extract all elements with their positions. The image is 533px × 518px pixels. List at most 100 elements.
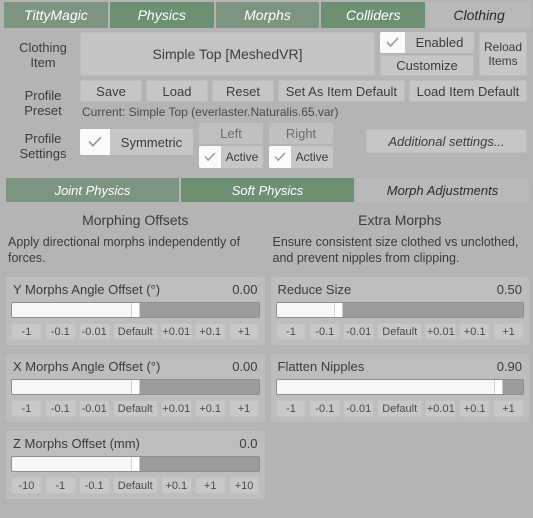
slider-track[interactable] — [11, 379, 260, 395]
customize-button[interactable]: Customize — [380, 55, 474, 76]
step-default-button[interactable]: Default — [112, 323, 158, 340]
step-button[interactable]: +1 — [228, 323, 260, 340]
step-button[interactable]: -0.01 — [343, 323, 375, 340]
slider-handle — [131, 457, 141, 471]
slider-handle — [494, 380, 504, 394]
slider-track[interactable] — [11, 302, 260, 318]
slider-header: X Morphs Angle Offset (°) 0.00 — [11, 359, 260, 379]
profile-preset-buttons: Save Load Reset Set As Item Default Load… — [80, 80, 527, 102]
slider-handle — [334, 303, 344, 317]
step-button[interactable]: +0.01 — [425, 400, 457, 417]
step-button[interactable]: +0.1 — [459, 400, 491, 417]
step-button[interactable]: -10 — [11, 477, 42, 494]
profile-preset-label-line2: Preset — [24, 103, 62, 118]
step-default-button[interactable]: Default — [112, 477, 158, 494]
step-button[interactable]: -0.1 — [44, 400, 76, 417]
left-side-group: Left Active — [199, 123, 263, 168]
step-button[interactable]: +0.1 — [194, 323, 226, 340]
slider-fill — [12, 457, 136, 471]
slider-track[interactable] — [275, 379, 524, 395]
right-header: Right — [269, 123, 333, 144]
step-button[interactable]: -1 — [44, 477, 76, 494]
slider-fill — [12, 303, 136, 317]
step-default-button[interactable]: Default — [112, 400, 158, 417]
preset-save-button[interactable]: Save — [80, 80, 142, 102]
slider-step-buttons: -1 -0.1 -0.01 Default +0.01 +0.1 +1 — [11, 323, 260, 340]
slider-fill — [276, 303, 339, 317]
step-button[interactable]: -0.1 — [44, 323, 76, 340]
left-active-checkbox[interactable]: Active — [199, 146, 263, 168]
profile-preset-controls: Save Load Reset Set As Item Default Load… — [80, 80, 527, 119]
step-default-button[interactable]: Default — [377, 323, 423, 340]
slider-step-buttons: -1 -0.1 -0.01 Default +0.01 +0.1 +1 — [11, 400, 260, 417]
slider-z-morphs-offset: Z Morphs Offset (mm) 0.0 -10 -1 -0.1 Def… — [6, 431, 265, 499]
slider-handle — [131, 303, 141, 317]
step-button[interactable]: -0.1 — [309, 323, 341, 340]
tab-colliders[interactable]: Colliders — [321, 2, 426, 28]
profile-settings-label-line2: Settings — [19, 146, 67, 161]
slider-value: 0.0 — [239, 436, 258, 451]
extra-morphs-title: Extra Morphs — [358, 212, 442, 228]
set-as-item-default-button[interactable]: Set As Item Default — [278, 80, 405, 102]
step-button[interactable]: -0.01 — [78, 400, 110, 417]
profile-preset-label-line1: Profile — [24, 88, 62, 103]
symmetric-checkbox[interactable]: Symmetric — [80, 129, 193, 155]
step-button[interactable]: +0.01 — [425, 323, 457, 340]
step-button[interactable]: +1 — [493, 400, 524, 417]
step-button[interactable]: +0.1 — [459, 323, 491, 340]
step-button[interactable]: +1 — [194, 477, 226, 494]
step-button[interactable]: -1 — [275, 323, 307, 340]
right-active-checkbox[interactable]: Active — [269, 146, 333, 168]
tab-morphs[interactable]: Morphs — [215, 2, 320, 28]
extra-morphs-column: Extra Morphs Ensure consistent size clot… — [270, 210, 529, 499]
enabled-label: Enabled — [415, 35, 464, 50]
clothing-item-value[interactable]: Simple Top [MeshedVR] — [80, 32, 375, 76]
slider-value: 0.50 — [496, 282, 522, 297]
step-button[interactable]: +0.1 — [194, 400, 226, 417]
subtab-soft-physics[interactable]: Soft Physics — [181, 178, 354, 202]
additional-settings-button[interactable]: Additional settings... — [366, 129, 527, 153]
step-default-button[interactable]: Default — [377, 400, 423, 417]
slider-value: 0.90 — [496, 359, 522, 374]
subtab-joint-physics[interactable]: Joint Physics — [6, 178, 179, 202]
slider-label: Reduce Size — [277, 282, 352, 297]
step-button[interactable]: -0.1 — [78, 477, 110, 494]
step-button[interactable]: +0.01 — [160, 323, 192, 340]
step-button[interactable]: +1 — [228, 400, 260, 417]
tab-physics[interactable]: Physics — [109, 2, 214, 28]
slider-step-buttons: -1 -0.1 -0.01 Default +0.01 +0.1 +1 — [275, 400, 525, 417]
main-tab-bar: TittyMagic Physics Morphs Colliders Clot… — [0, 0, 533, 28]
step-button[interactable]: -1 — [11, 400, 42, 417]
tab-tittymagic[interactable]: TittyMagic — [4, 2, 108, 28]
step-button[interactable]: +0.01 — [160, 400, 192, 417]
left-active-label: Active — [225, 150, 259, 164]
load-item-default-button[interactable]: Load Item Default — [408, 80, 527, 102]
slider-track[interactable] — [11, 456, 260, 472]
tab-clothing[interactable]: Clothing — [427, 2, 531, 28]
clothing-item-label-line2: Item — [30, 55, 56, 70]
reload-items-line2: Items — [488, 54, 518, 68]
preset-reset-button[interactable]: Reset — [212, 80, 274, 102]
step-button[interactable]: -0.01 — [343, 400, 375, 417]
step-button[interactable]: -0.1 — [309, 400, 341, 417]
step-button[interactable]: +1 — [493, 323, 524, 340]
preset-load-button[interactable]: Load — [146, 80, 208, 102]
step-button[interactable]: -1 — [275, 400, 307, 417]
slider-header: Reduce Size 0.50 — [276, 282, 525, 302]
slider-step-buttons: -1 -0.1 -0.01 Default +0.01 +0.1 +1 — [275, 323, 525, 340]
morphing-offsets-description: Apply directional morphs independently o… — [8, 235, 241, 265]
slider-header: Y Morphs Angle Offset (°) 0.00 — [11, 282, 260, 302]
reload-items-button[interactable]: Reload Items — [479, 32, 527, 76]
enabled-checkbox[interactable]: Enabled — [380, 32, 474, 53]
subtab-morph-adjustments[interactable]: Morph Adjustments — [356, 178, 529, 202]
profile-settings-label: Profile Settings — [6, 123, 80, 161]
step-button[interactable]: +0.1 — [160, 477, 192, 494]
slider-value: 0.00 — [232, 282, 258, 297]
check-icon — [80, 129, 110, 155]
step-button[interactable]: -1 — [11, 323, 42, 340]
step-button[interactable]: +10 — [228, 477, 260, 494]
slider-track[interactable] — [275, 302, 524, 318]
step-button[interactable]: -0.01 — [78, 323, 110, 340]
extra-morphs-description: Ensure consistent size clothed vs unclot… — [272, 235, 519, 265]
profile-settings-label-line1: Profile — [24, 131, 62, 146]
